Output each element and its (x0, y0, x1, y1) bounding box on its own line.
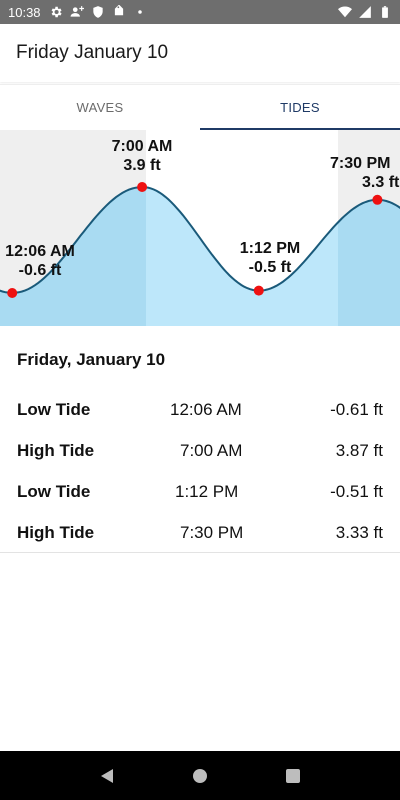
tide-row-time: 7:30 PM (180, 523, 244, 542)
tide-row-type: Low Tide (17, 482, 91, 501)
tide-label-height: -0.6 ft (18, 262, 62, 279)
tide-label-height: 3.3 ft (362, 174, 400, 191)
tide-row-height: -0.51 ft (330, 482, 383, 501)
page-title: Friday January 10 (16, 42, 169, 63)
details-date-heading: Friday, January 10 (17, 350, 166, 369)
tag-icon (112, 5, 126, 19)
tab-tides[interactable]: TIDES (200, 85, 400, 130)
details-divider (0, 552, 400, 553)
recents-button[interactable] (282, 765, 304, 787)
app-header: Friday January 10 (0, 24, 400, 82)
tide-point (7, 288, 18, 298)
tab-waves[interactable]: WAVES (0, 85, 200, 130)
back-icon (100, 768, 113, 783)
wifi-icon (338, 5, 352, 19)
system-nav-bar (0, 751, 400, 800)
tide-row: Low Tide 1:12 PM -0.51 ft (0, 482, 400, 506)
recents-icon (286, 768, 301, 783)
home-button[interactable] (189, 765, 211, 787)
tide-point (253, 285, 264, 296)
tide-label-time: 7:30 PM (330, 155, 391, 172)
tide-row: High Tide 7:30 PM 3.33 ft (0, 523, 400, 547)
tide-row: High Tide 7:00 AM 3.87 ft (0, 441, 400, 465)
tide-row-type: High Tide (17, 523, 95, 542)
gear-icon (49, 5, 63, 19)
tide-label-height: -0.5 ft (248, 259, 292, 276)
tide-label-high-1: 7:00 AM 3.9 ft (102, 137, 182, 175)
tide-row-type: Low Tide (17, 400, 91, 419)
tide-row-type: High Tide (17, 441, 95, 460)
tide-row-height: 3.33 ft (335, 523, 383, 542)
tide-row-height: -0.61 ft (330, 400, 383, 419)
screen: 10:38 Friday January 10 WAVES TIDES 12:0… (0, 0, 400, 800)
status-notification-icons (49, 5, 147, 19)
home-icon (192, 768, 207, 783)
back-button[interactable] (96, 765, 118, 787)
tide-row-time: 1:12 PM (175, 482, 239, 501)
tide-label-high-2: 7:30 PM 3.3 ft (330, 154, 400, 192)
status-bar: 10:38 (0, 0, 400, 24)
person-add-icon (70, 5, 84, 19)
tide-row: Low Tide 12:06 AM -0.61 ft (0, 400, 400, 424)
tide-chart: 12:06 AM -0.6 ft 7:00 AM 3.9 ft 1:12 PM … (0, 130, 400, 326)
battery-icon (378, 5, 392, 19)
tide-row-time: 7:00 AM (180, 441, 243, 460)
status-system-icons (338, 5, 392, 19)
tide-row-height: 3.87 ft (335, 441, 383, 460)
tide-label-time: 1:12 PM (239, 240, 301, 257)
status-time: 10:38 (8, 4, 41, 20)
tide-point (137, 182, 148, 192)
tide-label-low-2: 1:12 PM -0.5 ft (230, 239, 310, 277)
tide-label-time: 12:06 AM (5, 243, 75, 260)
signal-icon (358, 5, 372, 19)
tide-row-time: 12:06 AM (170, 400, 242, 419)
tide-label-low-1: 12:06 AM -0.6 ft (0, 242, 82, 280)
shield-icon (91, 5, 105, 19)
tab-bar: WAVES TIDES (0, 84, 400, 130)
tide-label-time: 7:00 AM (111, 138, 173, 155)
dot-icon (133, 5, 147, 19)
tide-point (372, 194, 383, 205)
tide-label-height: 3.9 ft (123, 157, 161, 174)
